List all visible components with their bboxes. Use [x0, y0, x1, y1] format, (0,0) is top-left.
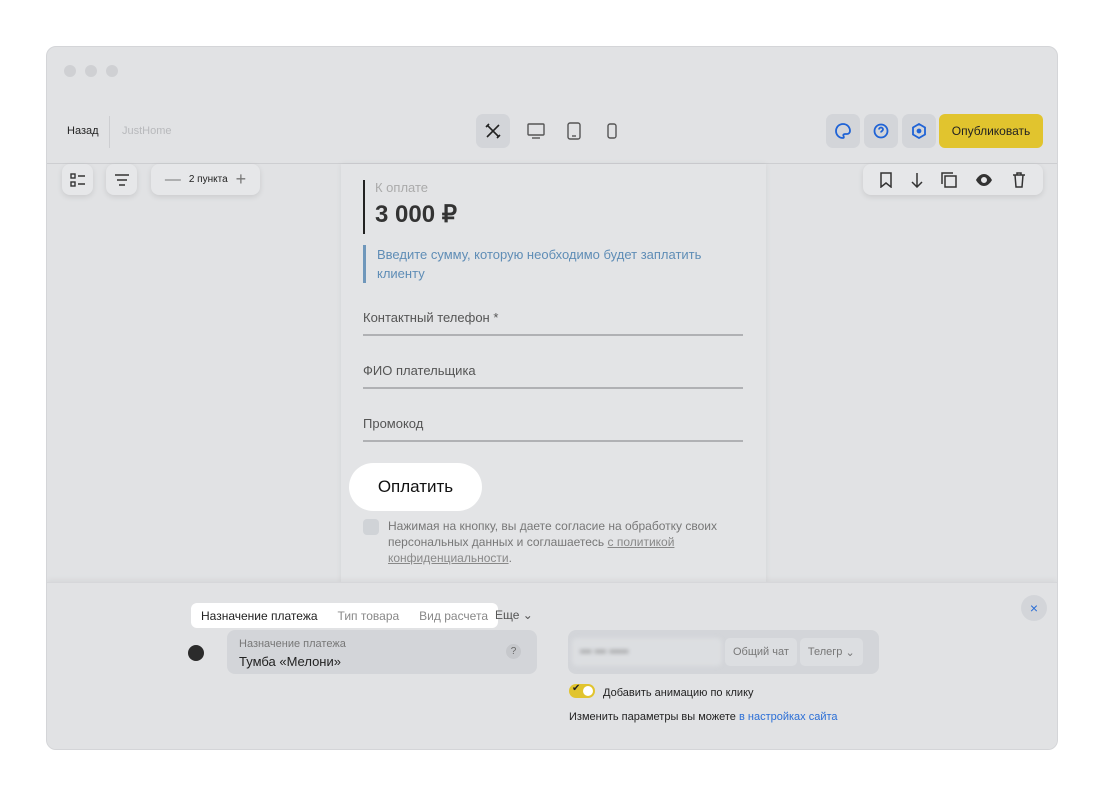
settings-button[interactable] — [902, 114, 936, 148]
amount-value: 3 000 ₽ — [375, 201, 457, 228]
chip-label: Телегр — [807, 646, 843, 658]
eye-icon[interactable] — [975, 173, 993, 186]
more-dropdown[interactable]: Еще ⌄ — [495, 608, 533, 622]
tablet-view-button[interactable] — [557, 114, 591, 148]
tablet-icon — [567, 122, 581, 140]
help-icon[interactable]: ? — [506, 644, 521, 659]
palette-icon — [835, 123, 851, 139]
divider — [109, 116, 110, 148]
bookmark-icon[interactable] — [880, 171, 892, 188]
consent-end: . — [508, 551, 512, 565]
tab-payment-purpose[interactable]: Назначение платежа — [191, 609, 328, 623]
mobile-view-button[interactable] — [595, 114, 629, 148]
back-link[interactable]: Назад — [67, 125, 99, 137]
desktop-view-button[interactable] — [519, 114, 553, 148]
drag-handle[interactable] — [188, 645, 204, 661]
payment-purpose-input[interactable]: Назначение платежа Тумба «Мелони» ? — [227, 630, 537, 674]
channel-selector: ••• ••• ••••• Общий чат Телегр ⌄ — [568, 630, 879, 674]
amount-hint: Введите сумму, которую необходимо будет … — [363, 245, 723, 283]
chevron-down-icon: ⌄ — [845, 646, 855, 659]
animation-toggle[interactable]: ✔ — [569, 683, 595, 698]
window-controls — [64, 65, 118, 77]
promo-field[interactable]: Промокод — [363, 416, 743, 442]
close-panel-button[interactable]: × — [1021, 595, 1047, 621]
site-settings-link[interactable]: в настройках сайта — [739, 711, 838, 723]
chip-telegram[interactable]: Телегр ⌄ — [799, 638, 863, 666]
arrow-down-icon[interactable] — [911, 172, 923, 188]
more-label: Еще — [495, 608, 520, 622]
hexagon-settings-icon — [912, 123, 926, 139]
toggle-knob — [583, 686, 593, 696]
pay-button[interactable]: Оплатить — [349, 463, 482, 511]
maximize-dot[interactable] — [106, 65, 118, 77]
toggle-label: Добавить анимацию по клику — [603, 687, 754, 699]
amount-label: К оплате — [375, 180, 429, 195]
blurred-chip[interactable]: ••• ••• ••••• — [572, 638, 722, 666]
help-button[interactable] — [864, 114, 898, 148]
align-center-icon — [114, 173, 129, 186]
minimize-dot[interactable] — [85, 65, 97, 77]
input-value: Тумба «Мелони» — [239, 654, 341, 669]
amount-block: К оплате 3 000 ₽ — [363, 180, 457, 234]
close-dot[interactable] — [64, 65, 76, 77]
phone-field[interactable]: Контактный телефон * — [363, 310, 743, 336]
browser-window: Назад JustHome Опубликовать — 2 пункта +… — [46, 46, 1058, 750]
block-actions — [863, 164, 1043, 195]
site-name: JustHome — [122, 125, 172, 137]
list-layout-icon — [69, 172, 85, 187]
chip-general-chat[interactable]: Общий чат — [725, 638, 797, 666]
help-icon — [873, 123, 889, 139]
settings-note: Изменить параметры вы можете в настройка… — [569, 711, 838, 723]
payment-form: К оплате 3 000 ₽ Введите сумму, которую … — [341, 164, 766, 584]
theme-button[interactable] — [826, 114, 860, 148]
payer-name-field[interactable]: ФИО плательщика — [363, 363, 743, 389]
settings-panel: Назначение платежа Тип товара Вид расчет… — [47, 582, 1057, 749]
copy-icon[interactable] — [941, 171, 957, 188]
mobile-icon — [607, 123, 617, 139]
top-bar: Назад JustHome Опубликовать — [47, 114, 1057, 164]
align-button[interactable] — [106, 164, 137, 195]
desktop-icon — [527, 123, 545, 139]
note-text: Изменить параметры вы можете — [569, 711, 739, 723]
tab-product-type[interactable]: Тип товара — [328, 609, 410, 623]
consent-text: Нажимая на кнопку, вы даете согласие на … — [388, 518, 728, 566]
check-icon: ✔ — [572, 683, 581, 694]
design-mode-button[interactable] — [476, 114, 510, 148]
points-count: 2 пункта — [188, 174, 228, 185]
points-stepper: — 2 пункта + — [151, 164, 260, 195]
input-label: Назначение платежа — [239, 638, 346, 650]
plus-icon[interactable]: + — [236, 169, 247, 190]
tab-calculation-type[interactable]: Вид расчета — [409, 609, 498, 623]
publish-button[interactable]: Опубликовать — [939, 114, 1043, 148]
panel-tabs: Назначение платежа Тип товара Вид расчет… — [191, 603, 498, 628]
consent-checkbox[interactable] — [363, 519, 379, 535]
minus-icon[interactable]: — — [165, 171, 181, 189]
chevron-down-icon: ⌄ — [522, 608, 533, 622]
pencil-ruler-icon — [485, 123, 501, 139]
layout-list-button[interactable] — [62, 164, 93, 195]
trash-icon[interactable] — [1012, 171, 1026, 188]
